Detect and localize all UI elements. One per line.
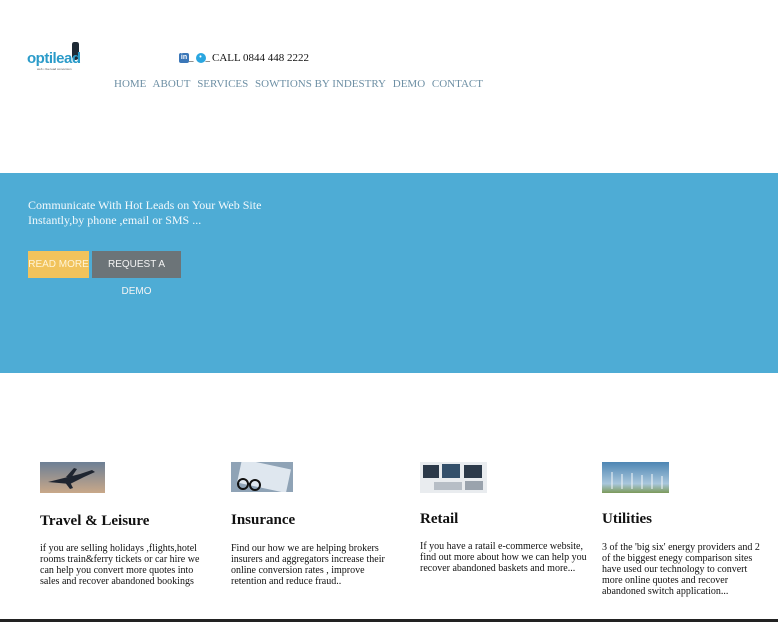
industry-card-utilities[interactable]: Utilities 3 of the 'big six' energy prov… <box>602 462 772 597</box>
request-demo-button[interactable]: REQUEST A DEMO <box>92 251 181 297</box>
hero-headline: Communicate With Hot Leads on Your Web S… <box>28 198 262 212</box>
call-number[interactable]: CALL 0844 448 2222 <box>212 52 309 64</box>
nav-solutions-by-industry[interactable]: SOWTIONS BY INDESTRY <box>255 78 386 90</box>
industry-title[interactable]: Insurance <box>231 512 295 529</box>
industry-title[interactable]: Utilities <box>602 511 652 528</box>
industry-description: if you are selling holidays ,flights,hot… <box>40 543 200 587</box>
hero-subline: Instantly,by phone ,email or SMS ... <box>28 213 202 227</box>
header-contact: in _ • _ CALL 0844 448 2222 <box>179 52 310 64</box>
industry-title[interactable]: Retail <box>420 511 458 528</box>
industry-card-travel[interactable]: Travel & Leisure if you are selling holi… <box>40 462 210 587</box>
hero-banner: Communicate With Hot Leads on Your Web S… <box>0 173 778 373</box>
industry-description: Find our how we are helping brokers insu… <box>231 543 385 587</box>
industry-description: If you have a ratail e-commerce website,… <box>420 541 587 574</box>
linkedin-icon[interactable]: in <box>179 53 189 64</box>
logo-tagline: web • live lead conversion <box>37 67 72 71</box>
industry-title[interactable]: Travel & Leisure <box>40 513 149 530</box>
nav-contact[interactable]: CONTACT <box>432 78 483 90</box>
nav-services[interactable]: SERVICES <box>197 78 248 90</box>
insurance-policy-image <box>231 462 293 492</box>
wind-turbines-image <box>602 462 669 493</box>
airplane-image <box>40 462 105 493</box>
main-nav: HOME ABOUT SERVICES SOWTIONS BY INDESTRY… <box>114 78 487 90</box>
industry-card-retail[interactable]: Retail If you have a ratail e-commerce w… <box>420 462 590 574</box>
nav-demo[interactable]: DEMO <box>393 78 425 90</box>
logo-text: optilead <box>27 50 81 67</box>
nav-home[interactable]: HOME <box>114 78 146 90</box>
read-more-button[interactable]: READ MORE <box>28 251 89 278</box>
optilead-logo[interactable]: optilead web • live lead conversion <box>27 40 83 72</box>
twitter-icon[interactable]: • <box>195 53 206 64</box>
industry-card-insurance[interactable]: Insurance Find our how we are helping br… <box>231 462 401 587</box>
nav-about[interactable]: ABOUT <box>153 78 191 90</box>
industry-description: 3 of the 'big six' energy providers and … <box>602 542 760 597</box>
retail-computers-image <box>420 462 487 493</box>
